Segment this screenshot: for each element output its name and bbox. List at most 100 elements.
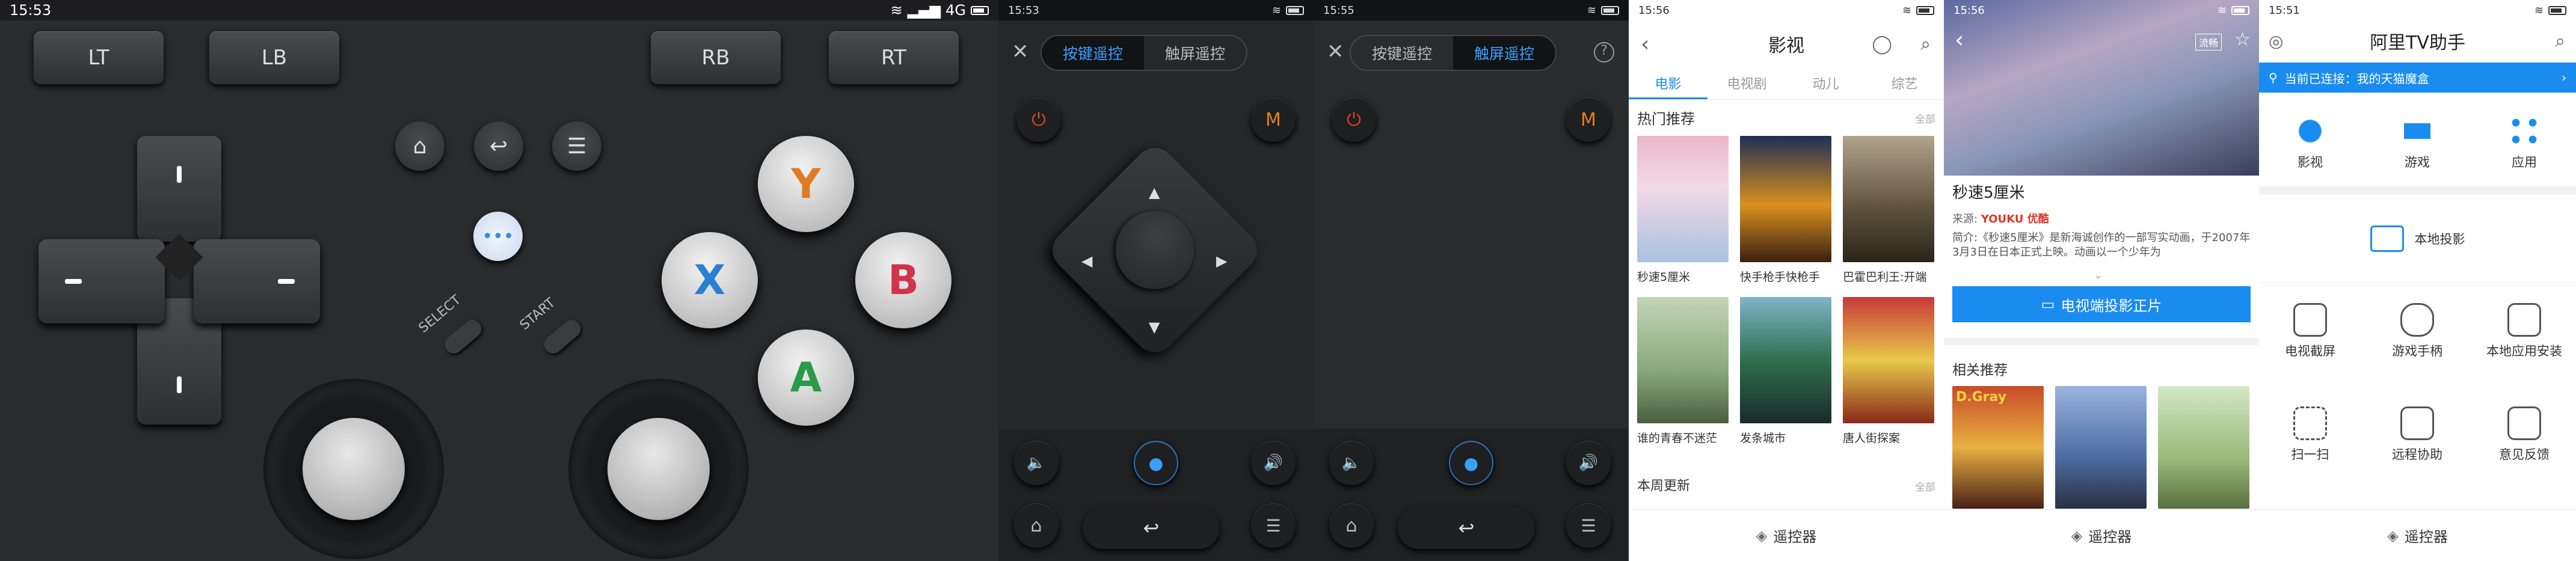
grid-item-gamepad[interactable]: 游戏手柄: [2366, 303, 2468, 360]
grid-item-feedback[interactable]: 意见反馈: [2473, 406, 2575, 463]
poster[interactable]: [2055, 386, 2147, 509]
ok-button[interactable]: [1099, 195, 1210, 305]
menu-button[interactable]: ☰: [1566, 503, 1611, 548]
poster[interactable]: [1843, 297, 1934, 423]
tab-touch-remote[interactable]: 触屏遥控: [1144, 36, 1246, 70]
star-icon[interactable]: ☆: [2234, 29, 2251, 50]
grid-item-label: 电视截屏: [2285, 344, 2335, 358]
quality-badge[interactable]: 流畅: [2195, 34, 2222, 51]
start-button[interactable]: [540, 316, 585, 357]
dpad-left[interactable]: [38, 239, 165, 323]
power-icon: ⏻: [1347, 109, 1361, 130]
more-link[interactable]: 全部: [1915, 111, 1935, 126]
remote-nav-button[interactable]: ◈ 遥控器: [2259, 509, 2576, 561]
projector-icon: [2370, 225, 2404, 252]
wifi-icon: ≋: [2217, 4, 2227, 17]
back-icon[interactable]: ‹: [1641, 32, 1649, 57]
back-button[interactable]: ↩: [474, 121, 523, 171]
home-button[interactable]: ⌂: [1329, 503, 1374, 548]
rb-button[interactable]: RB: [651, 31, 781, 84]
home-button[interactable]: ⌂: [1014, 503, 1059, 548]
grid-item-video[interactable]: 影视: [2259, 114, 2361, 171]
y-button[interactable]: Y: [758, 136, 854, 232]
battery-icon: [971, 5, 989, 15]
tab-key-remote[interactable]: 按键遥控: [1351, 36, 1453, 70]
volume-down-button[interactable]: 🔈: [1014, 441, 1059, 485]
connection-banner[interactable]: ⚲ 当前已连接：我的天猫魔盒 ›: [2259, 63, 2576, 93]
lb-button[interactable]: LB: [209, 31, 339, 84]
lt-button[interactable]: LT: [34, 31, 164, 84]
grid-item-screenshot[interactable]: 电视截屏: [2259, 303, 2361, 360]
select-button[interactable]: [441, 316, 485, 357]
poster[interactable]: [1843, 136, 1934, 262]
remote-keys-screen: 15:53 ≋ ✕ 按键遥控 触屏遥控 ⏻ M ▲ ▼ ◀ ▶ 🔈 ● 🔊 ⌂ …: [998, 0, 1314, 561]
home-button[interactable]: ⌂: [395, 121, 444, 171]
cast-button[interactable]: ▭ 电视端投影正片: [1952, 286, 2251, 322]
tab-touch-remote[interactable]: 触屏遥控: [1453, 36, 1555, 70]
close-icon[interactable]: ✕: [1327, 40, 1344, 64]
menu-button[interactable]: ☰: [1251, 503, 1296, 548]
menu-button[interactable]: ☰: [552, 121, 601, 171]
volume-down-button[interactable]: 🔈: [1329, 441, 1374, 485]
voice-button[interactable]: ●: [1449, 441, 1493, 485]
a-button[interactable]: A: [758, 330, 854, 426]
remote-nav-label: 遥控器: [2404, 529, 2448, 545]
expand-icon[interactable]: ⌄: [2094, 269, 2102, 281]
tab-key-remote[interactable]: 按键遥控: [1042, 36, 1144, 70]
left-joystick[interactable]: [263, 379, 444, 559]
section-title: 热门推荐: [1637, 111, 1695, 127]
m-button[interactable]: M: [1566, 97, 1611, 142]
more-link[interactable]: 全部: [1915, 479, 1935, 494]
x-button[interactable]: X: [662, 232, 758, 328]
back-icon[interactable]: ‹: [1955, 26, 1964, 53]
close-icon[interactable]: ✕: [1012, 40, 1029, 64]
tab-variety[interactable]: 综艺: [1865, 65, 1944, 99]
volume-up-button[interactable]: 🔊: [1251, 441, 1296, 485]
home-icon: ⌂: [1345, 515, 1357, 536]
mic-icon: ●: [1148, 453, 1164, 473]
source-label: 来源:: [1952, 213, 1978, 225]
poster-caption: 巴霍巴利王:开端: [1843, 271, 1927, 284]
poster[interactable]: [1637, 136, 1729, 262]
grid-item-game[interactable]: 游戏: [2366, 114, 2468, 171]
user-icon[interactable]: ◯: [1872, 34, 1892, 55]
grid-item-remote-help[interactable]: 远程协助: [2366, 406, 2468, 463]
grid-item-apps[interactable]: 应用: [2473, 114, 2575, 171]
more-button[interactable]: •••: [473, 212, 523, 261]
grid-item-label: 游戏: [2405, 155, 2430, 170]
power-button[interactable]: ⏻: [1332, 97, 1376, 142]
dpad-up[interactable]: [137, 136, 221, 242]
user-icon[interactable]: ◎: [2269, 31, 2283, 51]
local-cast-button[interactable]: 本地投影: [2259, 195, 2576, 283]
help-icon[interactable]: ?: [1594, 42, 1614, 63]
grid-item-install[interactable]: 本地应用安装: [2473, 303, 2575, 360]
back-button[interactable]: ↩: [1398, 507, 1535, 549]
voice-button[interactable]: ●: [1134, 441, 1178, 485]
search-icon[interactable]: ⌕: [1920, 34, 1931, 55]
right-joystick[interactable]: [568, 379, 749, 559]
m-button[interactable]: M: [1251, 97, 1296, 142]
poster[interactable]: D.Gray: [1952, 386, 2044, 509]
poster[interactable]: [1637, 297, 1729, 423]
rt-button[interactable]: RT: [829, 31, 959, 84]
back-button[interactable]: ↩: [1083, 507, 1220, 549]
arrow-up-icon: ▲: [1149, 184, 1160, 201]
remote-nav-button[interactable]: ◈ 遥控器: [1629, 509, 1944, 561]
download-icon: [2507, 303, 2541, 337]
grid-item-scan[interactable]: 扫一扫: [2259, 406, 2361, 463]
power-button[interactable]: ⏻: [1016, 97, 1061, 142]
b-button[interactable]: B: [855, 232, 951, 328]
tab-kids[interactable]: 动儿: [1786, 65, 1865, 99]
battery-icon: [1601, 5, 1619, 15]
remote-icon: ◈: [2387, 527, 2399, 544]
search-icon[interactable]: ⌕: [2555, 31, 2565, 52]
volume-up-button[interactable]: 🔊: [1566, 441, 1611, 485]
tab-movie[interactable]: 电影: [1629, 65, 1708, 99]
poster[interactable]: [1740, 297, 1831, 423]
film-icon: [2293, 114, 2327, 148]
tab-tv[interactable]: 电视剧: [1708, 65, 1786, 99]
remote-nav-button[interactable]: ◈ 遥控器: [1944, 509, 2259, 561]
poster[interactable]: [1740, 136, 1831, 262]
dpad-right[interactable]: [194, 239, 320, 323]
poster[interactable]: [2158, 386, 2249, 509]
